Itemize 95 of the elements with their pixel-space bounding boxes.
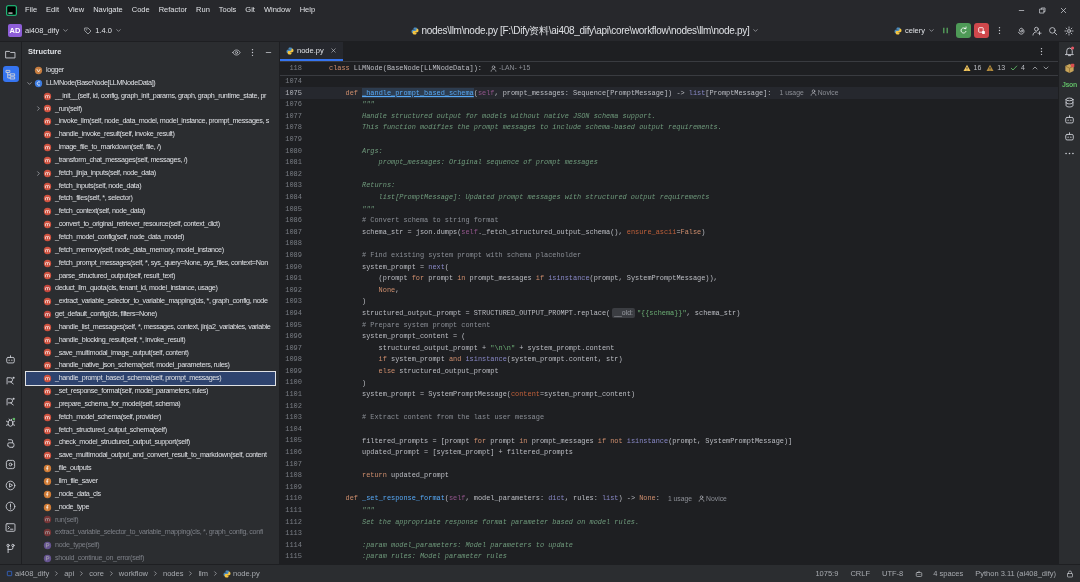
search-icon[interactable] xyxy=(1048,25,1058,36)
package-icon[interactable] xyxy=(1064,63,1075,74)
person-icon xyxy=(698,495,706,503)
method-icon xyxy=(43,130,52,140)
method-icon xyxy=(43,207,52,217)
stop-icon xyxy=(977,26,986,35)
python-icon xyxy=(223,569,232,578)
method-icon xyxy=(43,143,52,152)
method-icon xyxy=(43,387,52,396)
chevron-right-icon xyxy=(35,105,42,113)
stop-button[interactable] xyxy=(974,23,989,38)
rerun-icon xyxy=(959,26,968,35)
chevron-right-icon xyxy=(152,570,159,577)
check-icon xyxy=(1010,64,1019,73)
caret-icon xyxy=(752,27,760,34)
bug-icon[interactable] xyxy=(5,417,16,428)
method-icon xyxy=(43,104,52,114)
git-icon[interactable] xyxy=(5,543,16,554)
caret-icon xyxy=(114,27,122,34)
method-icon xyxy=(43,117,52,127)
person-icon xyxy=(490,64,497,72)
terminal-icon[interactable] xyxy=(5,522,16,533)
field-icon xyxy=(43,489,52,499)
play-icon[interactable] xyxy=(5,480,16,491)
tag-icon xyxy=(84,26,93,35)
spiral-icon[interactable] xyxy=(1016,25,1026,36)
method-icon xyxy=(43,220,52,230)
method-icon xyxy=(43,361,52,371)
method-icon xyxy=(43,168,52,178)
robot-icon[interactable] xyxy=(915,569,924,578)
python-icon xyxy=(410,26,419,35)
method-icon xyxy=(43,155,52,165)
method-icon xyxy=(43,245,52,255)
chevron-right-icon xyxy=(53,570,61,577)
python-icon xyxy=(894,26,902,35)
property-icon xyxy=(43,554,52,563)
method-icon xyxy=(43,322,52,332)
method-icon xyxy=(43,284,52,294)
app-logo-icon xyxy=(6,4,17,16)
method-icon xyxy=(43,348,52,358)
field-icon xyxy=(43,476,52,486)
module-icon xyxy=(6,570,13,577)
add-user-icon[interactable] xyxy=(1032,25,1042,36)
method-icon xyxy=(43,515,52,525)
chevron-right-icon xyxy=(78,570,86,577)
class-icon xyxy=(34,78,43,88)
warning-icon xyxy=(962,64,971,73)
variable-icon xyxy=(34,65,43,75)
chevron-right-icon xyxy=(212,570,220,577)
python-icon xyxy=(286,46,294,55)
method-icon xyxy=(43,232,52,242)
database-icon[interactable] xyxy=(1064,96,1075,108)
problems-icon[interactable] xyxy=(5,501,16,512)
method-icon xyxy=(43,374,52,384)
method-icon xyxy=(43,297,52,307)
chevron-right-icon xyxy=(187,570,195,577)
method-icon xyxy=(43,412,52,422)
folder-icon xyxy=(5,48,16,60)
method-icon xyxy=(43,271,52,281)
chevron-right-icon xyxy=(107,570,115,577)
method-icon xyxy=(43,335,52,345)
structure-icon xyxy=(5,68,16,80)
method-icon xyxy=(43,91,52,101)
field-icon xyxy=(43,464,52,474)
person-icon xyxy=(809,89,817,97)
bell-icon[interactable] xyxy=(1064,46,1075,57)
chevron-down-icon xyxy=(26,79,33,87)
method-icon xyxy=(43,258,52,268)
method-icon xyxy=(43,181,52,191)
method-icon xyxy=(43,425,52,435)
field-icon xyxy=(43,502,52,512)
method-icon xyxy=(43,194,52,204)
robot-icon[interactable] xyxy=(5,354,16,365)
caret-icon xyxy=(928,27,935,34)
eye-icon[interactable] xyxy=(232,47,241,57)
method-icon xyxy=(43,451,52,461)
robot-icon[interactable] xyxy=(1064,130,1075,142)
caret-icon xyxy=(62,27,70,34)
robot-icon[interactable] xyxy=(1064,113,1075,125)
property-icon xyxy=(43,541,52,551)
tool-window-button[interactable] xyxy=(2,66,19,82)
settings-icon[interactable] xyxy=(1064,25,1074,36)
chevron-right-icon xyxy=(35,169,42,177)
restore-icon[interactable] xyxy=(1038,5,1047,15)
gear-box-icon[interactable] xyxy=(5,459,16,470)
method-icon xyxy=(43,309,52,319)
method-icon xyxy=(43,528,52,538)
pause-icon[interactable] xyxy=(941,26,950,35)
lock-icon[interactable] xyxy=(1066,569,1074,578)
weak-warning-icon xyxy=(986,64,995,73)
close-icon[interactable] xyxy=(1059,5,1068,15)
method-icon xyxy=(43,399,52,409)
close-icon[interactable] xyxy=(329,47,337,54)
rerun-button[interactable] xyxy=(956,23,971,38)
method-icon xyxy=(43,438,52,448)
